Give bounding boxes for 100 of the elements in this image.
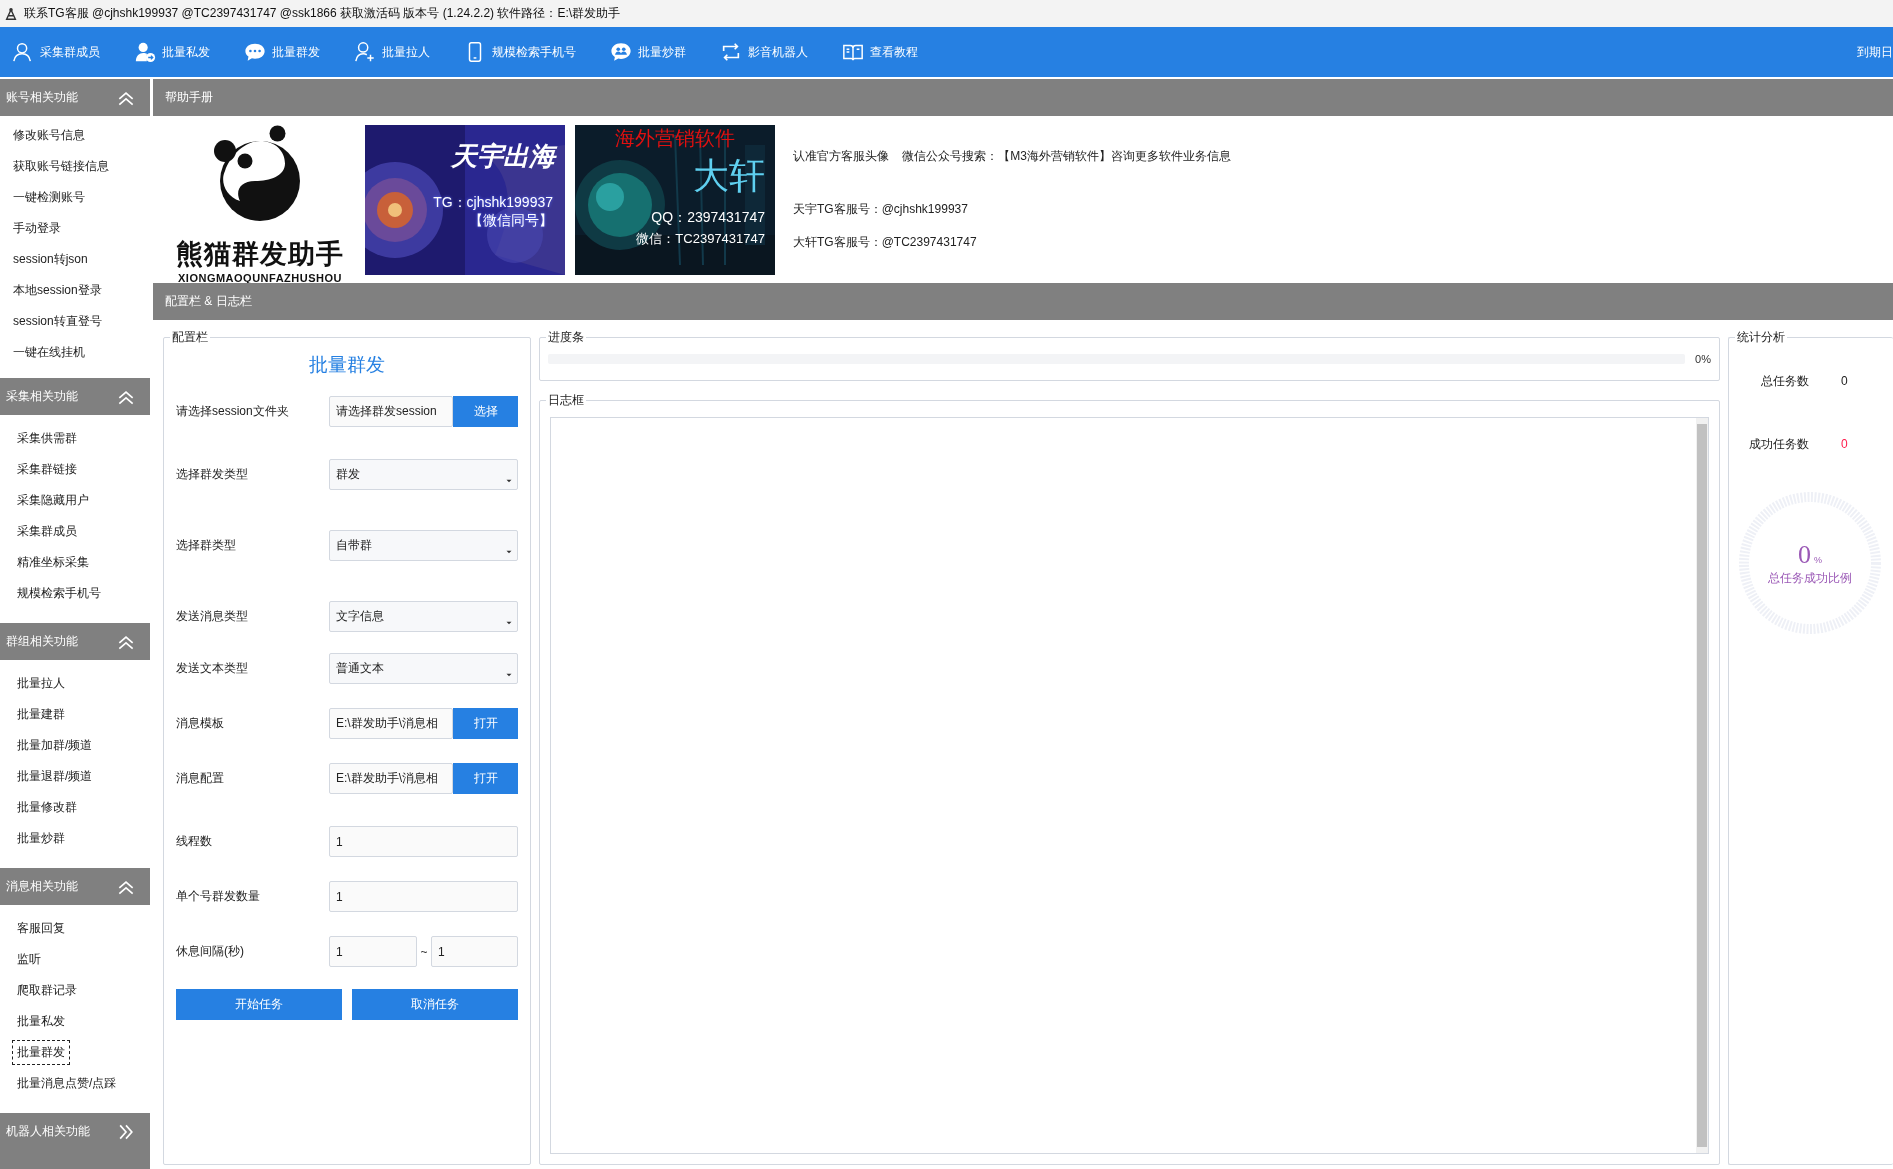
user-plus-icon: [354, 41, 376, 63]
toolbar-button[interactable]: 批量群发: [244, 27, 320, 77]
sidebar-item[interactable]: 手动登录: [8, 216, 66, 241]
expiry-date: 到期日: [1857, 43, 1893, 61]
sidebar-section-header[interactable]: 账号相关功能: [0, 79, 150, 116]
sidebar-item[interactable]: 一键在线挂机: [8, 340, 90, 365]
toolbar-button[interactable]: 影音机器人: [720, 27, 808, 77]
cancel-button[interactable]: 取消任务: [352, 989, 518, 1020]
banner-text-line: 微信：TC2397431747: [636, 229, 765, 248]
field-label: 休息间隔(秒): [176, 943, 245, 960]
dropdown[interactable]: 群发: [329, 459, 518, 490]
input-field[interactable]: 1: [329, 936, 417, 967]
sidebar-item[interactable]: 规模检索手机号: [12, 581, 106, 606]
input-field[interactable]: 1: [329, 881, 518, 912]
path-field[interactable]: E:\群发助手\消息相: [329, 763, 453, 794]
sidebar-item[interactable]: 客服回复: [12, 916, 70, 941]
sidebar-item[interactable]: 批量消息点赞/点踩: [12, 1071, 122, 1096]
toolbar-button[interactable]: 查看教程: [842, 27, 918, 77]
dropdown[interactable]: 文字信息: [329, 601, 518, 632]
stat-label: 成功任务数: [1748, 435, 1809, 453]
range-separator: ~: [419, 944, 429, 959]
toolbar-button[interactable]: 批量拉人: [354, 27, 430, 77]
sidebar-section-header[interactable]: 群组相关功能: [0, 623, 150, 660]
info-text: 天宇TG客服号：@cjhshk199937: [793, 201, 969, 218]
toolbar-button[interactable]: 采集群成员: [12, 27, 100, 77]
browse-button[interactable]: 打开: [453, 763, 518, 794]
path-field[interactable]: 请选择群发session: [329, 396, 453, 427]
toolbar-button[interactable]: 批量炒群: [610, 27, 686, 77]
sidebar-item[interactable]: 批量修改群: [12, 795, 82, 820]
sidebar-item[interactable]: session转json: [8, 247, 93, 272]
banner-text-line: TG：cjhshk199937: [433, 193, 553, 212]
stat-value: 0: [1841, 437, 1848, 451]
group-chat-icon: [610, 41, 632, 63]
app-icon: [4, 6, 18, 21]
info-text: 大轩TG客服号：@TC2397431747: [793, 234, 978, 251]
gauge-value: 0: [1798, 539, 1811, 569]
path-field[interactable]: E:\群发助手\消息相: [329, 708, 453, 739]
banner-text-line: QQ：2397431747: [651, 208, 765, 227]
sidebar-section-header[interactable]: 采集相关功能: [0, 378, 150, 415]
browse-button[interactable]: 打开: [453, 708, 518, 739]
sidebar-item[interactable]: 批量私发: [12, 1009, 70, 1034]
sidebar-item[interactable]: 批量群发: [12, 1040, 70, 1065]
panel-legend: 统计分析: [1735, 330, 1787, 345]
sidebar-item[interactable]: 一键检测账号: [8, 185, 90, 210]
sidebar-item[interactable]: session转直登号: [8, 309, 107, 334]
banner-heading: 海外营销软件: [615, 125, 735, 151]
sidebar-item[interactable]: 采集群链接: [12, 457, 82, 482]
logo-subtitle: XIONGMAOQUNFAZHUSHOU: [178, 271, 342, 284]
info-text: 认准官方客服头像 微信公众号搜索：【M3海外营销软件】咨询更多软件业务信息: [793, 148, 1231, 165]
sidebar-section-header[interactable]: 机器人相关功能: [0, 1113, 150, 1150]
sidebar-item[interactable]: 修改账号信息: [8, 123, 90, 148]
panel-legend: 进度条: [546, 330, 586, 345]
field-label: 选择群发类型: [176, 466, 249, 483]
start-button[interactable]: 开始任务: [176, 989, 342, 1020]
sidebar-item[interactable]: 获取账号链接信息: [8, 154, 114, 179]
sidebar-item[interactable]: 批量加群/频道: [12, 733, 98, 758]
section-header: 帮助手册: [153, 79, 1893, 116]
toolbar-button[interactable]: 规模检索手机号: [464, 27, 576, 77]
panel-legend: 配置栏: [170, 330, 210, 345]
input-field[interactable]: 1: [329, 826, 518, 857]
section-header: 配置栏 & 日志栏: [153, 283, 1893, 320]
logo-text: 熊猫群发助手: [176, 237, 344, 271]
field-label: 消息模板: [176, 715, 225, 732]
banner-text-line: 【微信同号】: [469, 211, 553, 230]
sidebar-item[interactable]: 批量炒群: [12, 826, 70, 851]
stat-value: 0: [1841, 374, 1848, 388]
field-label: 单个号群发数量: [176, 888, 261, 905]
dropdown[interactable]: 自带群: [329, 530, 518, 561]
panel-legend: 日志框: [546, 393, 586, 408]
sidebar-item[interactable]: 采集供需群: [12, 426, 82, 451]
field-label: 发送消息类型: [176, 608, 249, 625]
sidebar-item[interactable]: 本地session登录: [8, 278, 107, 303]
scrollbar[interactable]: [1696, 418, 1708, 1153]
progress-reading: 0%: [1695, 353, 1711, 365]
sidebar-item[interactable]: 监听: [12, 947, 46, 972]
input-field[interactable]: 1: [431, 936, 518, 967]
sidebar-item[interactable]: 批量建群: [12, 702, 70, 727]
sidebar-item[interactable]: 精准坐标采集: [12, 550, 94, 575]
sidebar-item[interactable]: 爬取群记录: [12, 978, 82, 1003]
sidebar-section-header[interactable]: 消息相关功能: [0, 868, 150, 905]
toolbar-button[interactable]: 批量私发: [134, 27, 210, 77]
sidebar-item[interactable]: 采集群成员: [12, 519, 82, 544]
form-title: 批量群发: [308, 353, 386, 377]
sidebar-item[interactable]: 批量退群/频道: [12, 764, 98, 789]
chat-bubble-icon: [244, 41, 266, 63]
field-label: 线程数: [176, 833, 213, 850]
field-label: 发送文本类型: [176, 660, 249, 677]
field-label: 选择群类型: [176, 537, 237, 554]
dropdown[interactable]: 普通文本: [329, 653, 518, 684]
repeat-icon: [720, 41, 742, 63]
user-icon: [12, 41, 34, 63]
browse-button[interactable]: 选择: [453, 396, 518, 427]
field-label: 请选择session文件夹: [176, 403, 290, 420]
gauge-unit: %: [1814, 554, 1822, 565]
banner-title: 大轩: [693, 153, 765, 198]
user-arrow-icon: [134, 41, 156, 63]
sidebar-item[interactable]: 批量拉人: [12, 671, 70, 696]
gauge-label: 总任务成功比例: [1768, 569, 1852, 587]
sidebar-item[interactable]: 采集隐藏用户: [12, 488, 94, 513]
stat-label: 总任务数: [1760, 372, 1809, 390]
